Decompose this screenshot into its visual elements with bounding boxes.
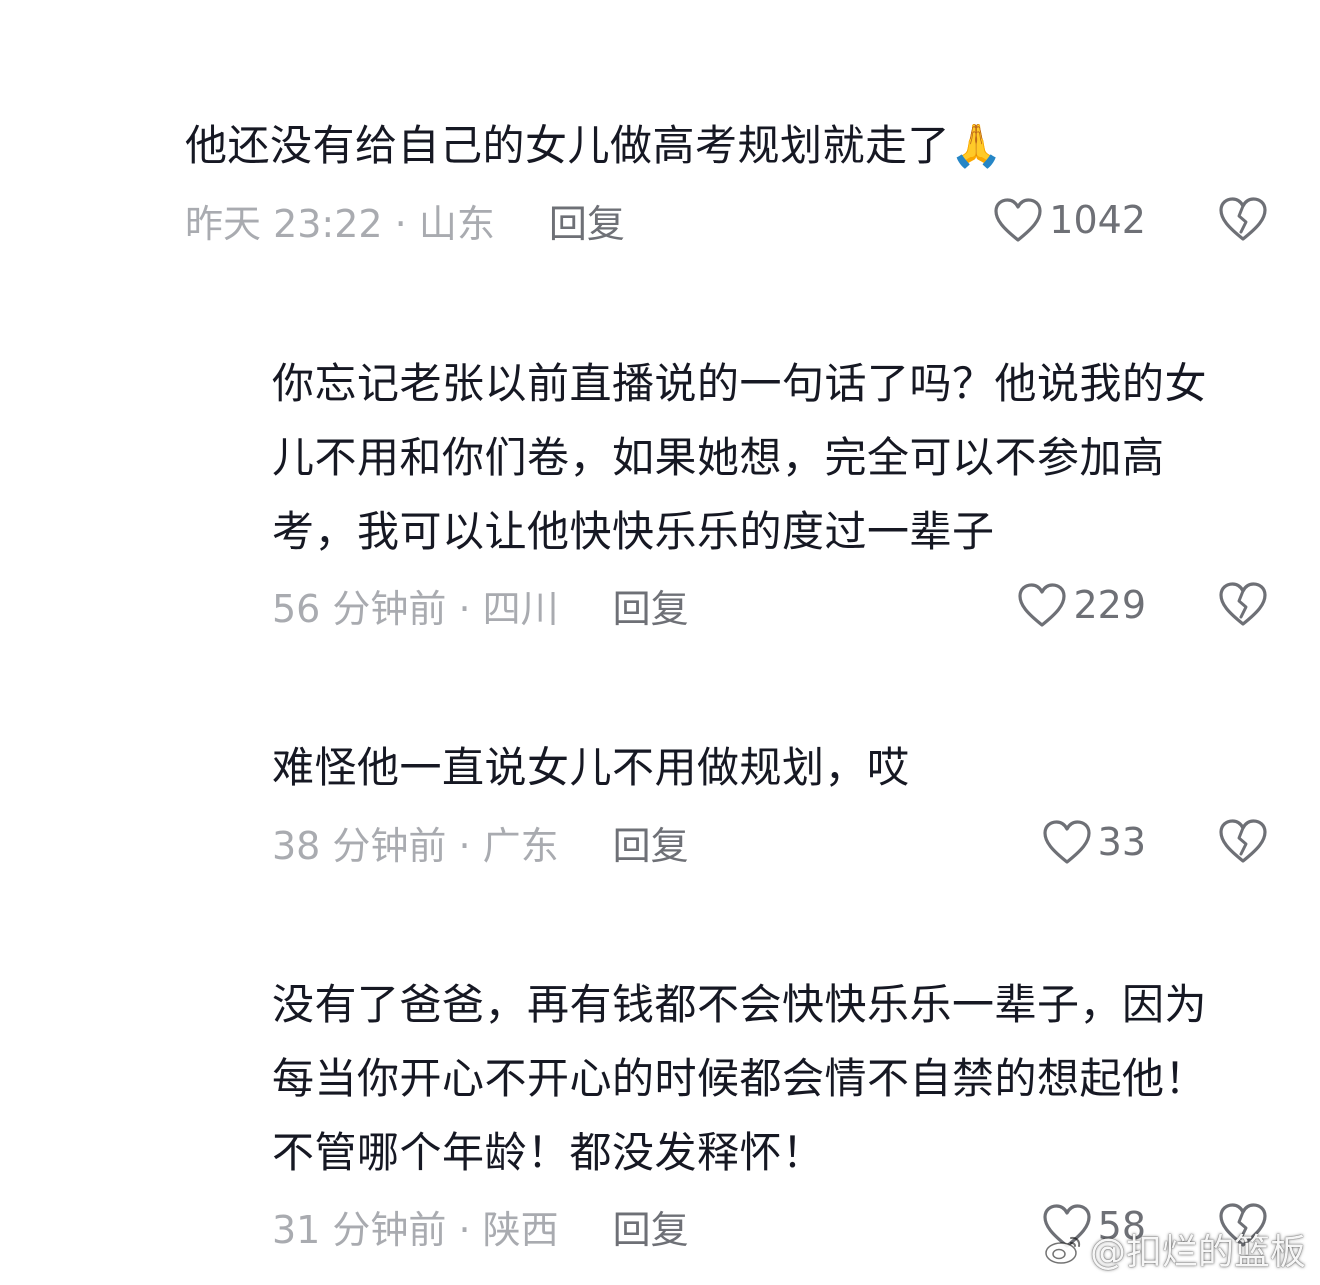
reply-button[interactable]: 回复 <box>549 193 625 248</box>
comment-text: 难怪他一直说女儿不用做规划，哎 <box>272 743 910 792</box>
comment-time-location: 昨天 23:22 · 山东 <box>185 201 495 246</box>
comment-meta-row: 38 分钟前 · 广东 回复 <box>272 814 689 870</box>
like-count: 229 <box>1073 583 1146 627</box>
dislike-button[interactable] <box>1218 818 1268 864</box>
broken-heart-icon <box>1218 196 1268 242</box>
watermark-text: @扣烂的篮板 <box>1089 1232 1306 1273</box>
reply-button[interactable]: 回复 <box>613 1199 689 1254</box>
comment-meta-row: 56 分钟前 · 四川 回复 <box>272 577 689 633</box>
comment-time-location: 38 分钟前 · 广东 <box>272 823 559 868</box>
heart-icon <box>1042 819 1092 865</box>
like-count: 33 <box>1097 820 1146 864</box>
reply-button[interactable]: 回复 <box>613 578 689 633</box>
comment-time-location: 56 分钟前 · 四川 <box>272 586 559 631</box>
comment-text: 你忘记老张以前直播说的一句话了吗？他说我的女 儿不用和你们卷，如果她想，完全可以… <box>272 359 1208 556</box>
dislike-button[interactable] <box>1218 196 1268 242</box>
weibo-logo-icon <box>1044 1232 1084 1266</box>
reply-button[interactable]: 回复 <box>613 815 689 870</box>
comment-time-location: 31 分钟前 · 陕西 <box>272 1207 559 1252</box>
like-button[interactable]: 1042 <box>993 192 1146 248</box>
like-button[interactable]: 33 <box>1042 814 1146 870</box>
dislike-button[interactable] <box>1218 581 1268 627</box>
like-button[interactable]: 229 <box>1017 577 1146 633</box>
watermark: @扣烂的篮板 <box>1044 1223 1306 1275</box>
broken-heart-icon <box>1218 581 1268 627</box>
heart-icon <box>993 197 1043 243</box>
comment-text: 没有了爸爸，再有钱都不会快快乐乐一辈子，因为 每当你开心不开心的时候都会情不自禁… <box>272 980 1208 1177</box>
broken-heart-icon <box>1218 818 1268 864</box>
comment-meta-row: 31 分钟前 · 陕西 回复 <box>272 1198 689 1254</box>
comment-text: 他还没有给自己的女儿做高考规划就走了🙏 <box>185 121 1003 170</box>
like-count: 1042 <box>1049 198 1146 242</box>
comment-meta-row: 昨天 23:22 · 山东 回复 <box>185 192 625 248</box>
heart-icon <box>1017 582 1067 628</box>
